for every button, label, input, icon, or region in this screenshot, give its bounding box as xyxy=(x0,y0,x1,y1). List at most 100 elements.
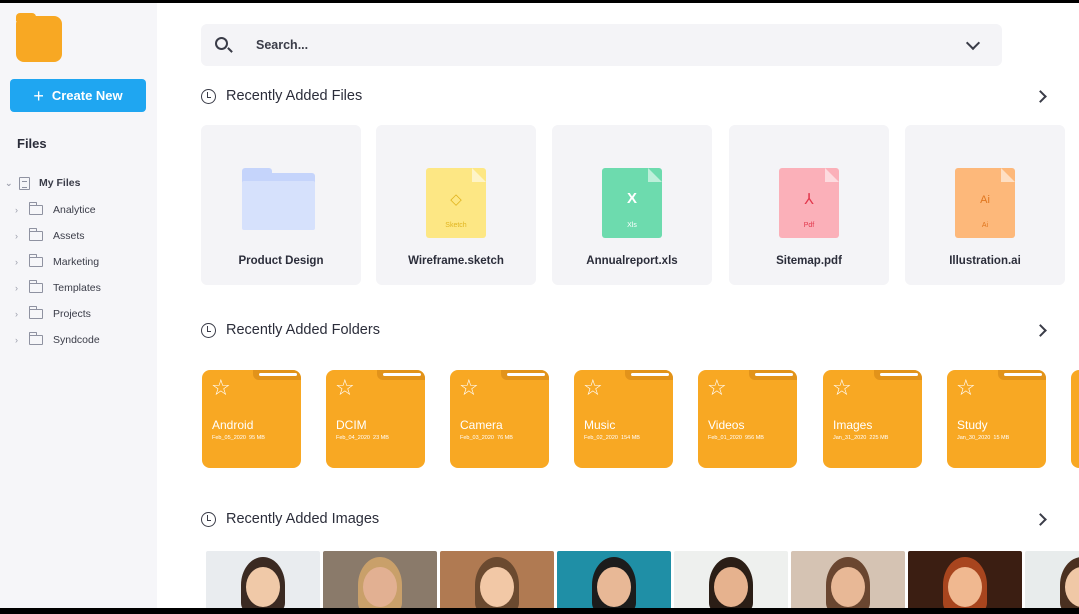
star-icon[interactable]: ☆ xyxy=(211,377,231,399)
folder-card-study[interactable]: ☆ Study Jan_30_2020 15 MB xyxy=(947,370,1046,468)
image-thumbnail[interactable] xyxy=(791,551,905,608)
folder-name: Images xyxy=(833,418,873,432)
files-heading: Files xyxy=(17,136,47,151)
chevron-right-icon[interactable] xyxy=(1034,513,1047,526)
chevron-right-icon[interactable] xyxy=(1034,324,1047,337)
create-new-button[interactable]: + Create New xyxy=(10,79,146,112)
sketch-file-icon: ◇ Sketch xyxy=(426,168,486,238)
image-thumbnail[interactable] xyxy=(440,551,554,608)
folder-tab xyxy=(501,370,549,380)
chevron-right-icon[interactable]: › xyxy=(15,231,25,241)
folder-card-music[interactable]: ☆ Music Feb_02_2020 154 MB xyxy=(574,370,673,468)
file-name: Annualreport.xls xyxy=(586,255,678,267)
folder-size: 225 MB xyxy=(869,435,889,441)
chevron-right-icon[interactable]: › xyxy=(15,309,25,319)
file-tree: ⌄ My Files › Analytice › Assets › Market… xyxy=(0,169,157,353)
photo-face xyxy=(831,567,865,607)
tree-item-label: Projects xyxy=(53,308,91,320)
illustrator-ai-icon: Ai xyxy=(980,194,990,206)
file-name: Product Design xyxy=(238,255,324,267)
chevron-right-icon[interactable]: › xyxy=(15,283,25,293)
create-new-label: Create New xyxy=(51,88,123,103)
folder-name: DCIM xyxy=(336,418,367,432)
star-icon[interactable]: ☆ xyxy=(459,377,479,399)
image-thumbnail[interactable] xyxy=(206,551,320,608)
folder-date: Jan_31_2020 xyxy=(833,435,867,441)
photo-face xyxy=(246,567,280,607)
folder-date: Jan_30_2020 xyxy=(957,435,991,441)
image-thumbnail[interactable] xyxy=(908,551,1022,608)
folder-card-videos[interactable]: ☆ Videos Feb_01_2020 956 MB xyxy=(698,370,797,468)
file-card-wireframe[interactable]: ◇ Sketch Wireframe.sketch xyxy=(376,125,536,285)
file-card-illustration[interactable]: Ai Ai Illustration.ai xyxy=(905,125,1065,285)
folder-meta: Feb_04_2020 23 MB xyxy=(336,435,389,441)
folder-card-camera[interactable]: ☆ Camera Feb_03_2020 76 MB xyxy=(450,370,549,468)
recent-files-heading: Recently Added Files xyxy=(201,88,362,104)
tree-item-templates[interactable]: › Templates xyxy=(0,275,157,301)
folder-card-partial[interactable] xyxy=(1071,370,1079,468)
file-extension: Ai xyxy=(981,222,989,229)
tree-item-projects[interactable]: › Projects xyxy=(0,301,157,327)
chevron-right-icon[interactable]: › xyxy=(15,205,25,215)
excel-file-icon: X Xls xyxy=(602,168,662,238)
photo-face xyxy=(714,567,748,607)
recent-folders-heading: Recently Added Folders xyxy=(201,322,380,338)
star-icon[interactable]: ☆ xyxy=(335,377,355,399)
tree-item-label: My Files xyxy=(39,177,81,189)
folder-tab xyxy=(377,370,425,380)
tree-item-marketing[interactable]: › Marketing xyxy=(0,249,157,275)
folder-tab xyxy=(253,370,301,380)
tree-item-label: Templates xyxy=(53,282,101,294)
star-icon[interactable]: ☆ xyxy=(832,377,852,399)
app-logo-folder-icon[interactable] xyxy=(16,13,62,62)
chevron-down-icon[interactable]: ⌄ xyxy=(5,178,15,189)
folder-icon xyxy=(242,168,315,230)
star-icon[interactable]: ☆ xyxy=(707,377,727,399)
folder-meta: Feb_03_2020 76 MB xyxy=(460,435,513,441)
file-extension: Pdf xyxy=(803,222,815,229)
photo-face xyxy=(363,567,397,607)
folder-card-android[interactable]: ☆ Android Feb_05_2020 95 MB xyxy=(202,370,301,468)
search-icon[interactable] xyxy=(215,37,228,50)
tree-item-label: Marketing xyxy=(53,256,100,268)
image-thumbnail[interactable] xyxy=(1025,551,1079,608)
folder-card-dcim[interactable]: ☆ DCIM Feb_04_2020 23 MB xyxy=(326,370,425,468)
star-icon[interactable]: ☆ xyxy=(583,377,603,399)
tree-item-syndcode[interactable]: › Syndcode xyxy=(0,327,157,353)
tree-item-my-files[interactable]: ⌄ My Files xyxy=(0,169,157,197)
image-strip xyxy=(206,551,1079,608)
recent-images-heading: Recently Added Images xyxy=(201,511,379,527)
folder-name: Music xyxy=(584,418,616,432)
folder-tab xyxy=(749,370,797,380)
plus-icon: + xyxy=(33,85,44,106)
image-thumbnail[interactable] xyxy=(674,551,788,608)
excel-x-icon: X xyxy=(626,190,637,207)
file-name: Wireframe.sketch xyxy=(408,255,504,267)
chevron-right-icon[interactable] xyxy=(1034,90,1047,103)
folder-card-images[interactable]: ☆ Images Jan_31_2020 225 MB xyxy=(823,370,922,468)
folder-date: Feb_03_2020 xyxy=(460,435,494,441)
tree-item-analytice[interactable]: › Analytice xyxy=(0,197,157,223)
folder-size: 76 MB xyxy=(497,435,513,441)
folder-date: Feb_04_2020 xyxy=(336,435,370,441)
chevron-right-icon[interactable]: › xyxy=(15,335,25,345)
file-card-product-design[interactable]: Product Design xyxy=(201,125,361,285)
tree-item-assets[interactable]: › Assets xyxy=(0,223,157,249)
chevron-right-icon[interactable]: › xyxy=(15,257,25,267)
image-thumbnail[interactable] xyxy=(323,551,437,608)
folder-size: 23 MB xyxy=(373,435,389,441)
folder-icon xyxy=(29,228,43,241)
file-extension: Xls xyxy=(627,222,637,229)
section-title: Recently Added Files xyxy=(226,88,363,104)
image-thumbnail[interactable] xyxy=(557,551,671,608)
file-card-annualreport[interactable]: X Xls Annualreport.xls xyxy=(552,125,712,285)
file-card-sitemap[interactable]: ⅄ Pdf Sitemap.pdf xyxy=(729,125,889,285)
folder-size: 15 MB xyxy=(993,435,1010,441)
search-input[interactable] xyxy=(256,35,856,55)
tree-item-label: Assets xyxy=(53,230,85,242)
section-title: Recently Added Images xyxy=(226,511,380,527)
section-title: Recently Added Folders xyxy=(226,322,380,338)
folder-name: Videos xyxy=(708,418,745,432)
star-icon[interactable]: ☆ xyxy=(956,377,976,399)
illustrator-file-icon: Ai Ai xyxy=(955,168,1015,238)
